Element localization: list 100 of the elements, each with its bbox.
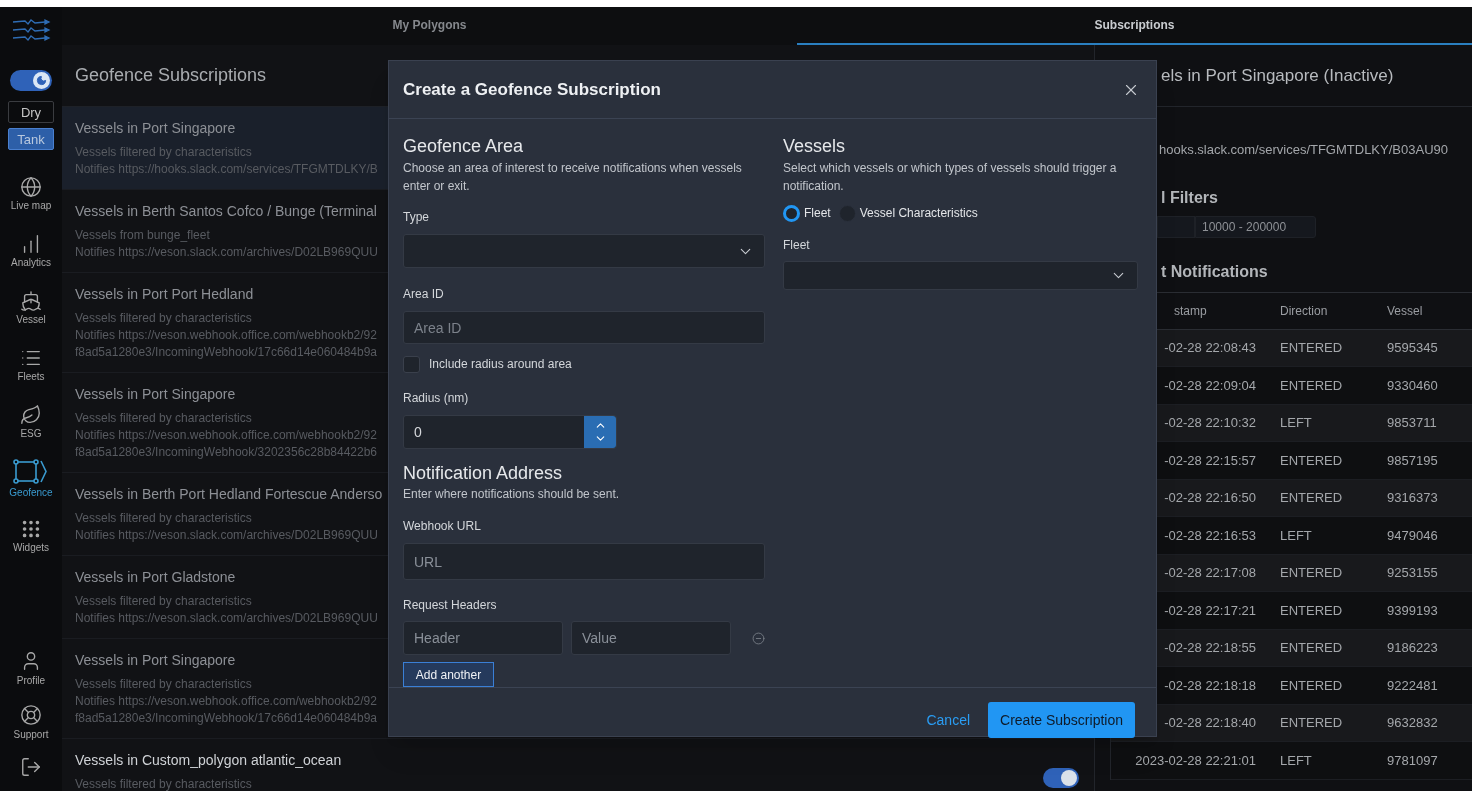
nav-item[interactable]: ESG — [2, 398, 60, 445]
section-heading: Notification Address — [403, 462, 564, 484]
field-label: Area ID — [403, 287, 444, 301]
table-cell-text: ENTERED — [1280, 376, 1344, 395]
nav-item[interactable]: Support — [2, 699, 60, 745]
section-description: Choose an area of interest to receive notifications when vessels enter or exit. — [403, 160, 743, 195]
table-cell-text: -02-28 22:17:21 — [1163, 601, 1257, 620]
nav-item[interactable]: Widgets — [2, 512, 60, 559]
subscription-detail: Vessels from bunge_fleet — [75, 227, 211, 244]
add-another-button[interactable]: Add another — [403, 662, 494, 687]
area-id-field[interactable]: Area ID — [403, 311, 765, 344]
header-value-field[interactable]: Value — [571, 621, 731, 655]
table-cell-text: -02-28 22:17:08 — [1163, 564, 1257, 582]
table-cell-text: 9399193 — [1387, 601, 1438, 620]
table-cell-text: LEFT — [1280, 751, 1313, 770]
filter-field[interactable] — [1157, 215, 1195, 238]
subscription-detail: Notifies https://veson.webhook.office.com/webhookb2/92 — [75, 327, 378, 344]
radius-field[interactable]: 0 — [403, 415, 617, 449]
table-cell-text: 9857195 — [1387, 451, 1438, 470]
radio-button[interactable] — [783, 204, 800, 222]
table-cell-text: LEFT — [1280, 526, 1313, 545]
subscription-title: Vessels in Port Singapore — [75, 385, 237, 404]
ship-icon — [20, 290, 42, 312]
table-cell-text: ENTERED — [1280, 489, 1344, 507]
table-cell-text: 9330460 — [1387, 376, 1438, 395]
table-cell-text: -02-28 22:10:32 — [1163, 414, 1257, 432]
dialog-title: Create a Geofence Subscription — [403, 78, 661, 101]
subscription-detail: Vessels filtered by characteristics — [75, 310, 253, 327]
leaf-icon — [20, 404, 42, 426]
nav-item[interactable]: Geofence — [2, 455, 60, 502]
table-cell-text: 9253155 — [1387, 564, 1438, 582]
table-cell-text: 9853711 — [1387, 414, 1437, 432]
subscription-detail: Notifies https://veson.slack.com/archives/D02LB969QUU — [75, 610, 378, 627]
create-subscription-button[interactable]: Create Subscription — [988, 702, 1135, 738]
logout-icon — [20, 756, 42, 778]
moon-icon — [36, 75, 47, 86]
theme-toggle[interactable] — [10, 70, 52, 91]
section-heading: Geofence Area — [403, 135, 525, 157]
subscription-title: Vessels in Berth Santos Cofco / Bunge (Terminal — [75, 202, 378, 221]
nav-item[interactable]: Fleets — [2, 341, 60, 388]
table-cell-text: -02-28 22:18:18 — [1163, 676, 1257, 695]
radius-value: 0 — [413, 422, 423, 442]
table-cell-text: 9222481 — [1387, 676, 1438, 695]
column-header: Direction — [1280, 302, 1329, 320]
section-heading: Vessels — [783, 135, 847, 157]
table-cell-text: ENTERED — [1280, 639, 1344, 657]
table-cell-text: ENTERED — [1280, 451, 1344, 470]
cancel-link[interactable]: Cancel — [926, 709, 971, 731]
logo-icon — [11, 17, 51, 43]
mode-toggle[interactable]: Dry — [8, 101, 54, 123]
select-field[interactable] — [783, 261, 1138, 290]
section-description: Enter where notifications should be sent. — [403, 486, 621, 502]
toggle-switch[interactable] — [1043, 768, 1079, 788]
table-cell-text: -02-28 22:15:57 — [1163, 451, 1257, 470]
table-cell-text: 9316373 — [1387, 489, 1438, 507]
table-cell-text: -02-28 22:16:53 — [1163, 526, 1257, 545]
subscription-detail: Vessels filtered by characteristics — [75, 510, 253, 527]
subscription-detail: Vessels filtered by characteristics — [75, 676, 253, 693]
webhook-url: hooks.slack.com/services/TFGMTDLKY/B03AU90 — [1159, 141, 1448, 159]
nav-item[interactable]: Analytics — [2, 227, 60, 274]
table-cell-text: -02-28 22:16:50 — [1163, 489, 1257, 507]
subscription-detail: Vessels filtered by characteristics — [75, 776, 253, 791]
subscription-detail: Notifies https://veson.slack.com/archives/D02LB969QUU — [75, 244, 378, 261]
panel-title: Geofence Subscriptions — [75, 64, 267, 87]
remove-button[interactable] — [751, 631, 765, 645]
nav-item[interactable]: Profile — [2, 645, 60, 691]
nav-item[interactable]: Vessel — [2, 284, 60, 331]
field-label: Fleet — [783, 238, 810, 252]
table-cell-text: 9595345 — [1387, 339, 1438, 357]
header-name-field[interactable]: Header — [403, 621, 563, 655]
checkbox-label: Include radius around area — [429, 356, 572, 373]
subscription-detail: Notifies https://hooks.slack.com/services/TFGMTDLKY/B — [75, 161, 378, 178]
subscription-title: Vessels in Port Port Hedland — [75, 285, 255, 304]
table-cell-text: ENTERED — [1280, 714, 1344, 732]
column-header: stamp — [1173, 302, 1208, 320]
detail-title: els in Port Singapore (Inactive) — [1161, 64, 1394, 87]
table-cell-text: 9781097 — [1387, 751, 1438, 770]
polygon-icon — [13, 459, 49, 485]
subscription-title: Vessels in Port Singapore — [75, 651, 237, 670]
subscription-detail: Notifies https://veson.webhook.office.com/webhookb2/92 — [75, 427, 378, 444]
table-cell-text: ENTERED — [1280, 339, 1344, 357]
globe-icon — [20, 176, 42, 198]
select-field[interactable] — [403, 234, 765, 268]
table-cell-text: ENTERED — [1280, 676, 1344, 695]
subscription-detail: f8ad5a1280e3/IncomingWebhook/17c66d14e060484b9a — [75, 710, 378, 727]
mode-toggle[interactable]: Tank — [8, 128, 54, 150]
nav-item[interactable]: Live map — [2, 170, 60, 217]
subscription-title: Vessels in Berth Port Hedland Fortescue Anderso — [75, 485, 383, 504]
table-cell-text: 9632832 — [1387, 714, 1438, 732]
number-stepper[interactable] — [584, 416, 616, 448]
table-cell-text: 9186223 — [1387, 639, 1438, 657]
webhook-url-field[interactable]: URL — [403, 543, 765, 580]
table-cell-text: -02-28 22:09:04 — [1163, 376, 1257, 395]
section-heading: t Notifications — [1161, 261, 1268, 282]
subscription-detail: Vessels filtered by characteristics — [75, 593, 253, 610]
checkbox[interactable] — [403, 355, 420, 373]
table-cell-text: 9479046 — [1387, 526, 1438, 545]
table-cell-text: 2023-02-28 22:21:01 — [1134, 751, 1257, 770]
lifebuoy-icon — [20, 704, 42, 726]
column-header: Vessel — [1387, 302, 1423, 320]
